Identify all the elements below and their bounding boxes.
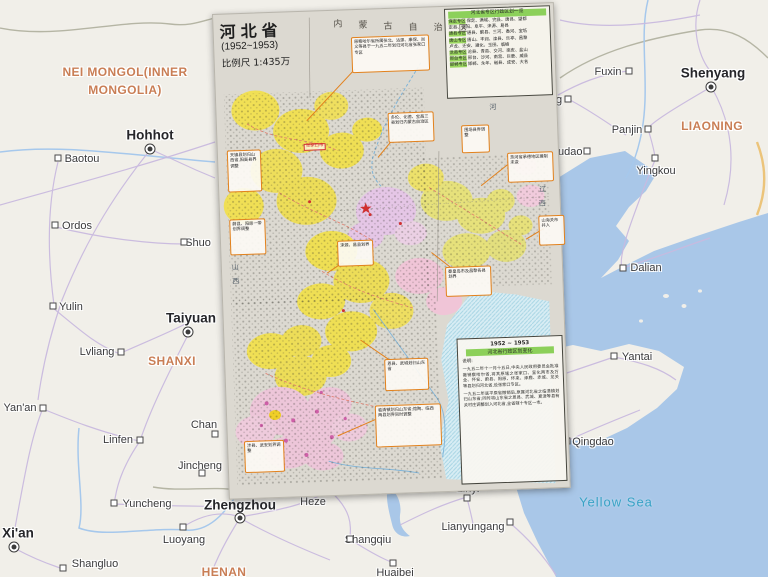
map-city-label: Panjin: [612, 124, 643, 136]
map-city-label: Shuo: [185, 237, 211, 249]
map-city-label: Fuxin: [595, 66, 622, 78]
map-city-label: Yan'an: [3, 402, 36, 414]
city-square-marker: [611, 353, 618, 360]
map-city-label: Xi'an: [2, 526, 34, 541]
city-square-marker: [118, 349, 125, 356]
map-city-label: Yuncheng: [123, 498, 172, 510]
overlay-annotation-box: 秦皇岛市及昌黎各县划界: [445, 265, 492, 297]
map-city-label: Yantai: [622, 351, 652, 363]
overlay-annotation-box: 热河省承德地区建制未变: [507, 151, 554, 183]
city-square-marker: [60, 565, 67, 572]
map-region-label: LIAONING: [681, 119, 743, 133]
overlay-annotation-box: 多伦、化德、宝昌三县划归内蒙古自治区: [388, 111, 435, 143]
city-circle-marker: [9, 542, 20, 553]
city-square-marker: [626, 68, 633, 75]
neighbor-label-char: 西: [539, 198, 546, 208]
overlay-annotation-box: 围场县界调整: [461, 124, 490, 153]
map-city-label: Zhengzhou: [204, 498, 276, 513]
city-square-marker: [652, 155, 659, 162]
map-city-label: Chan: [191, 419, 217, 431]
map-city-label: Taiyuan: [166, 311, 216, 326]
overlay-scale: 比例尺 1:435万: [221, 53, 290, 69]
city-square-marker: [111, 500, 118, 507]
neighbor-label-char: 河: [489, 102, 496, 112]
city-square-marker: [181, 239, 188, 246]
motorway: [757, 142, 764, 215]
overlay-annotation-box: 涞源、易县划界: [337, 240, 374, 267]
map-city-label: Shangluo: [72, 558, 119, 570]
overlay-annotation-box: 天镇县划归山西省,阳高县界调整: [227, 149, 262, 192]
map-city-label: Qingdao: [572, 436, 614, 448]
overlay-title: 河北省: [219, 17, 283, 43]
web-map-viewer[interactable]: Hohhot Shenyang Taiyuan Zhengzhou Xi'an Baoto…: [0, 0, 768, 577]
map-city-label: Ordos: [62, 220, 92, 232]
neighbor-region-char: 内: [333, 16, 342, 29]
city-square-marker: [137, 437, 144, 444]
city-circle-marker: [145, 144, 156, 155]
map-city-label: Linfen: [103, 434, 133, 446]
overlay-years: (1952~1953): [221, 40, 278, 53]
map-city-label: Baotou: [65, 153, 100, 165]
city-square-marker: [464, 495, 471, 502]
overlay-annotation-box: 涉县、武安划界调整: [244, 440, 285, 473]
city-square-marker: [55, 155, 62, 162]
map-city-label: Shenyang: [681, 66, 746, 81]
map-city-label: Huaibei: [376, 567, 413, 577]
map-city-label: Lianyungang: [441, 521, 504, 533]
city-circle-marker: [183, 327, 194, 338]
neighbor-region-char: 区: [458, 21, 467, 34]
overlay-annotation-box: 山海关市并入: [538, 215, 565, 246]
city-square-marker: [199, 470, 206, 477]
map-city-label: Yingkou: [636, 165, 675, 177]
city-square-marker: [180, 524, 187, 531]
city-square-marker: [645, 126, 652, 133]
city-square-marker: [347, 536, 354, 543]
note-paragraph-2: 一九五二年底平原省撤销后,原属河北省之临清镇划归山东省;同时将山东省之恩县、武城…: [463, 388, 560, 408]
map-region-label: NEI MONGOL(INNER: [62, 65, 187, 79]
neighbor-label-char: 山: [232, 262, 239, 272]
city-circle-marker: [706, 82, 717, 93]
overlay-annotation-box: 临清镇划归山东省;馆陶、临西两县划界同时调整: [375, 403, 442, 447]
map-city-label: Hohhot: [126, 128, 173, 143]
neighbor-region-char: 蒙: [358, 18, 367, 31]
city-square-marker: [40, 405, 47, 412]
city-circle-marker: [235, 513, 246, 524]
sea-label: Yellow Sea: [579, 495, 653, 510]
map-region-label: HENAN: [202, 565, 247, 577]
lake: [387, 487, 410, 537]
overlay-annotation-box: 蔚县、阳原一带划界调整: [229, 218, 266, 255]
city-square-marker: [50, 303, 57, 310]
city-square-marker: [565, 96, 572, 103]
city-square-marker: [212, 431, 219, 438]
city-square-marker: [507, 519, 514, 526]
overlay-annotation-box: 原察哈尔省所属张北、沽源、康保、尚义等县于一九五二年划归河北省张家口专区: [351, 34, 430, 73]
city-square-marker: [620, 265, 627, 272]
overlay-note-box: 1952 ~ 1953 河北省行政区划变化 说明: 一九五二年十一月十五日,中央…: [456, 335, 567, 485]
neighbor-region-char: 治: [433, 20, 442, 33]
red-city-tag: 张家口市: [304, 143, 326, 151]
neighbor-label-char: 辽: [539, 184, 546, 194]
map-region-label: MONGOLIA): [88, 83, 162, 97]
map-city-label: Lvliang: [80, 346, 115, 358]
city-square-marker: [584, 148, 591, 155]
legend-row: 邯郸专区邯郸、永年、磁县、成安、大名: [450, 60, 548, 70]
map-region-label: SHANXI: [148, 354, 196, 368]
map-city-label: Heze: [300, 496, 326, 508]
neighbor-label-char: 西: [232, 276, 239, 286]
historical-map-overlay[interactable]: 河北省 (1952~1953) 比例尺 1:435万 河北省专区行政区划一览 保…: [212, 2, 571, 500]
overlay-annotation-box: 恩县、武城划归山东省: [384, 358, 429, 392]
map-city-label: Yulin: [59, 301, 83, 313]
note-paragraph-1: 一九五二年十一月十五日,中央人民政府委员会批准撤销察哈尔省,将其原辖之张家口、宣…: [462, 363, 559, 389]
neighbor-region-char: 自: [408, 20, 417, 33]
city-square-marker: [52, 222, 59, 229]
map-city-label: Dalian: [630, 262, 661, 274]
neighbor-region-char: 古: [383, 19, 392, 32]
city-square-marker: [390, 560, 397, 567]
map-city-label: Luoyang: [163, 534, 205, 546]
overlay-legend-box: 河北省专区行政区划一览 保定专区保定、满城、完县、唐县、望都定县、曲阳、阜平、涞…: [444, 5, 553, 99]
